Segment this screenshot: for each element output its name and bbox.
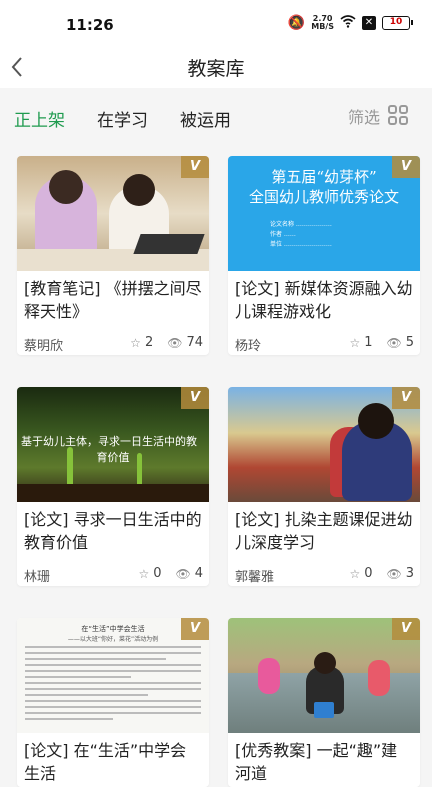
vip-badge: V <box>392 387 420 409</box>
card-thumbnail: V <box>228 618 420 733</box>
card-meta: 杨玲 ☆ 1 👁 5 <box>228 325 420 355</box>
card-thumbnail: 第五届“幼芽杯” 全国幼儿教师优秀论文 论文名称 ……………… 作者 …… 单位 …… <box>228 156 420 271</box>
filter-label: 筛选 <box>347 108 380 127</box>
card-thumbnail: V <box>228 387 420 502</box>
star-count: 0 <box>364 566 373 581</box>
vip-badge: V <box>392 618 420 640</box>
card-stats: ☆ 0 👁 4 <box>138 566 203 581</box>
thumb-details: 论文名称 ……………… 作者 …… 单位 …………………… <box>270 221 332 248</box>
filter-grid-icon <box>388 105 410 127</box>
lesson-card[interactable]: 第五届“幼芽杯” 全国幼儿教师优秀论文 论文名称 ……………… 作者 …… 单位 …… <box>228 156 420 355</box>
lesson-card[interactable]: 在“生活”中学会生活 ——以大班“你好，菜花”活动为例 V [论文] 在“生活”… <box>17 618 209 787</box>
page-title: 教案库 <box>187 58 245 80</box>
star-icon: ☆ <box>138 566 150 581</box>
eye-icon: 👁 <box>167 335 183 350</box>
card-author: 林珊 <box>24 570 51 585</box>
lesson-card[interactable]: 基于幼儿主体，寻求一日生活中的教 育价值 V [论文] 寻求一日生活中的教育价值… <box>17 387 209 586</box>
view-count: 74 <box>186 335 203 350</box>
card-stats: ☆ 2 👁 74 <box>130 335 203 350</box>
star-count: 0 <box>153 566 162 581</box>
vip-badge: V <box>181 156 209 178</box>
network-speed-unit: MB/S <box>311 22 334 31</box>
status-time: 11:26 <box>66 16 114 34</box>
thumb-caption-line2: 育价值 <box>96 451 130 464</box>
tab-learning[interactable]: 在学习 <box>97 106 148 131</box>
tab-used[interactable]: 被运用 <box>180 106 231 131</box>
battery-icon: 10 <box>382 16 413 30</box>
lesson-card[interactable]: V [教育笔记] 《拼摆之间尽释天性》 蔡明欣 ☆ 2 👁 74 <box>17 156 209 355</box>
card-title: [论文] 新媒体资源融入幼儿课程游戏化 <box>235 279 413 321</box>
view-count: 5 <box>405 335 414 350</box>
card-title: [优秀教案] 一起“趣”建河道 <box>235 741 398 783</box>
status-bar: 11:26 🔕 2.70 MB/S ✕ 10 <box>0 0 432 48</box>
card-title: [论文] 扎染主题课促进幼儿深度学习 <box>235 510 413 552</box>
app-header: 教案库 <box>0 48 432 88</box>
wifi-icon <box>340 14 356 32</box>
tab-bar: 正上架 在学习 被运用 筛选 <box>0 92 432 144</box>
thumb-caption-line1: 基于幼儿主体，寻求一日生活中的教 <box>21 435 197 448</box>
notification-x-icon: ✕ <box>362 16 376 30</box>
lesson-card[interactable]: V [优秀教案] 一起“趣”建河道 <box>228 618 420 787</box>
star-count: 1 <box>364 335 373 350</box>
view-count: 3 <box>405 566 414 581</box>
card-stats: ☆ 0 👁 3 <box>349 566 414 581</box>
card-thumbnail: 在“生活”中学会生活 ——以大班“你好，菜花”活动为例 V <box>17 618 209 733</box>
card-thumbnail: V <box>17 156 209 271</box>
eye-icon: 👁 <box>386 335 402 350</box>
card-stats: ☆ 1 👁 5 <box>349 335 414 350</box>
card-title: [论文] 寻求一日生活中的教育价值 <box>24 510 202 552</box>
card-meta: 林珊 ☆ 0 👁 4 <box>17 556 209 586</box>
lesson-card[interactable]: V [论文] 扎染主题课促进幼儿深度学习 郭馨雅 ☆ 0 👁 3 <box>228 387 420 586</box>
star-icon: ☆ <box>349 335 361 350</box>
card-meta: 蔡明欣 ☆ 2 👁 74 <box>17 325 209 355</box>
card-meta: 郭馨雅 ☆ 0 👁 3 <box>228 556 420 586</box>
star-count: 2 <box>144 335 154 350</box>
eye-icon: 👁 <box>175 566 191 581</box>
eye-icon: 👁 <box>386 566 402 581</box>
thumb-title-line2: 全国幼儿教师优秀论文 <box>248 188 399 206</box>
view-count: 4 <box>194 566 203 581</box>
vip-badge: V <box>392 156 420 178</box>
filter-button[interactable]: 筛选 <box>348 104 410 128</box>
vip-badge: V <box>181 618 209 640</box>
star-icon: ☆ <box>130 335 141 350</box>
card-author: 郭馨雅 <box>235 570 275 585</box>
card-title: [教育笔记] 《拼摆之间尽释天性》 <box>24 279 202 321</box>
star-icon: ☆ <box>349 566 361 581</box>
card-thumbnail: 基于幼儿主体，寻求一日生活中的教 育价值 V <box>17 387 209 502</box>
battery-level: 10 <box>389 17 403 27</box>
network-speed: 2.70 MB/S <box>311 15 334 31</box>
tab-on-shelf[interactable]: 正上架 <box>14 106 65 131</box>
card-title: [论文] 在“生活”中学会生活 <box>24 741 187 783</box>
mute-icon: 🔕 <box>287 15 306 31</box>
card-author: 蔡明欣 <box>24 339 64 354</box>
status-icons: 🔕 2.70 MB/S ✕ 10 <box>287 14 413 32</box>
vip-badge: V <box>181 387 209 409</box>
card-author: 杨玲 <box>235 339 262 354</box>
